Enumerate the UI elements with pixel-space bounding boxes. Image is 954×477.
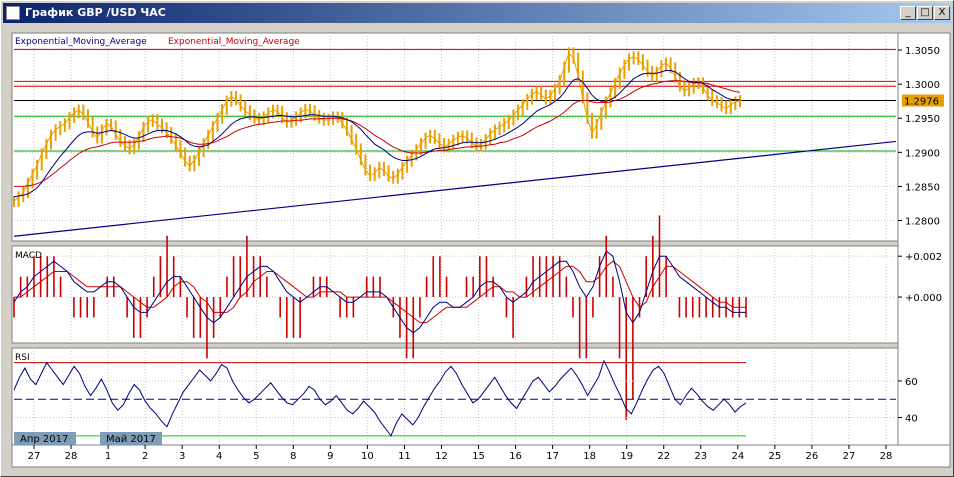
x-tick-label: 9 (327, 451, 333, 462)
x-tick-label: 24 (731, 451, 744, 462)
current-price-label: 1.2976 (904, 97, 939, 108)
price-y-tick-label: 1.2850 (905, 182, 940, 193)
rsi-y-tick-label: 60 (905, 377, 918, 388)
x-tick-label: 27 (843, 451, 856, 462)
month-label: Апр 2017 (20, 434, 68, 445)
x-tick-label: 8 (290, 451, 296, 462)
price-y-tick-label: 1.3000 (905, 80, 940, 91)
price-y-tick-label: 1.2950 (905, 114, 940, 125)
price-y-tick-label: 1.2900 (905, 148, 940, 159)
rsi-y-tick-label: 40 (905, 414, 918, 425)
macd-y-tick-label: +0.000 (905, 293, 942, 304)
x-tick-label: 15 (472, 451, 485, 462)
price-y-tick-label: 1.2800 (905, 217, 940, 228)
x-tick-label: 28 (65, 451, 78, 462)
price-y-tick-label: 1.3050 (905, 46, 940, 57)
macd-y-tick-label: +0.002 (905, 252, 942, 263)
x-tick-label: 5 (253, 451, 259, 462)
x-tick-label: 16 (509, 451, 522, 462)
month-label: Май 2017 (106, 434, 156, 445)
x-tick-label: 22 (657, 451, 670, 462)
x-tick-label: 17 (546, 451, 559, 462)
price-panel (11, 32, 899, 242)
legend-ema-fast: Exponential_Moving_Average (15, 37, 147, 47)
rsi-title: RSI (15, 353, 30, 363)
x-tick-label: 10 (361, 451, 374, 462)
x-tick-label: 26 (806, 451, 819, 462)
x-tick-label: 18 (583, 451, 596, 462)
legend-ema-slow: Exponential_Moving_Average (168, 37, 300, 47)
x-tick-label: 28 (880, 451, 893, 462)
x-tick-label: 11 (398, 451, 411, 462)
x-tick-label: 27 (28, 451, 41, 462)
x-tick-label: 19 (620, 451, 633, 462)
chart-area: 27 28 1 2 3 4 5 8 9 10 11 12 15 16 17 18 19 22 23 24 25 26 27 2… (11, 32, 951, 468)
macd-title: MACD (15, 251, 42, 261)
x-tick-label: 25 (769, 451, 782, 462)
x-tick-label: 23 (694, 451, 707, 462)
x-tick-label: 4 (216, 451, 222, 462)
x-tick-label: 2 (142, 451, 148, 462)
x-tick-label: 12 (435, 451, 448, 462)
x-tick-label: 3 (179, 451, 185, 462)
x-tick-label: 1 (105, 451, 111, 462)
